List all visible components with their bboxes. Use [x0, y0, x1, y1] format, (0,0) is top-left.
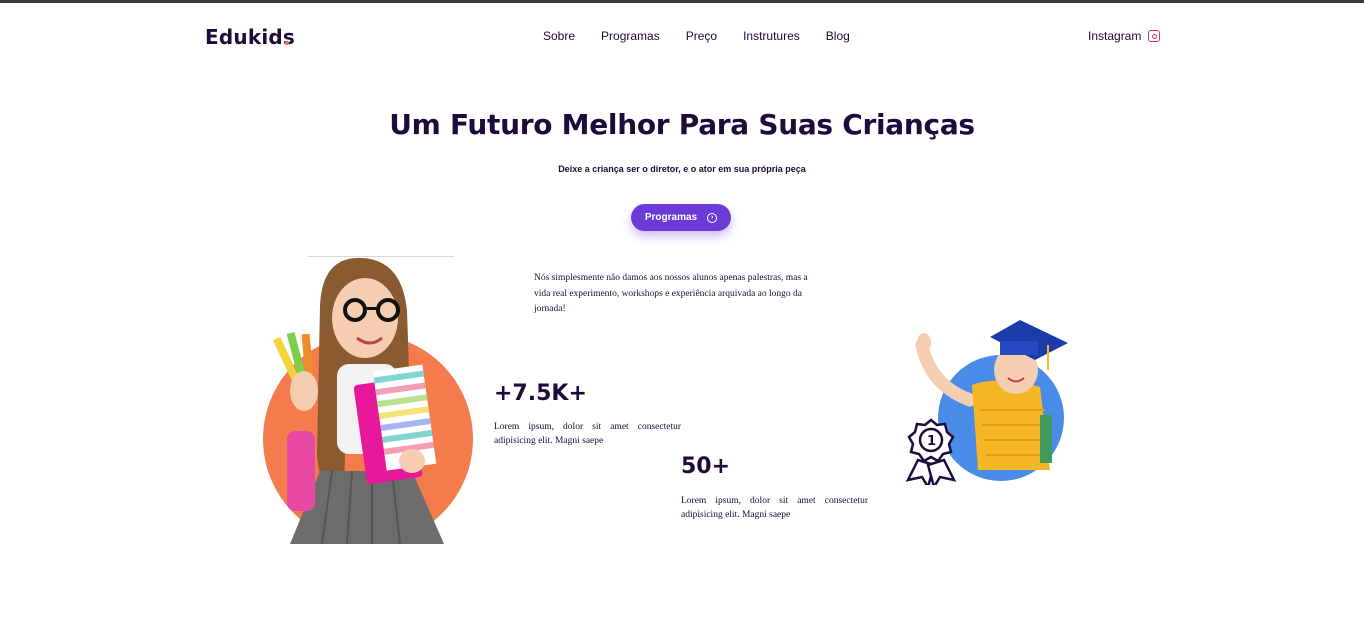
arrow-circle-icon: › [707, 212, 718, 223]
hero-subtitle: Deixe a criança ser o diretor, e o ator … [558, 164, 806, 174]
stat-programs-description: Lorem ipsum, dolor sit amet consectetur … [681, 496, 868, 520]
instagram-link[interactable]: Instagram [1088, 29, 1161, 43]
programas-button-label: Programas [644, 212, 698, 223]
nav-item-preco[interactable]: Preço [686, 29, 717, 43]
graduate-boy-image: 1 [905, 320, 1068, 485]
girl-with-books-image [272, 257, 444, 545]
main-nav: Sobre Programas Preço Instrutures Blog [543, 29, 876, 43]
logo-dot [285, 41, 289, 45]
stat-students-value: +7.5K+ [494, 381, 587, 406]
stat-students-description: Lorem ipsum, dolor sit amet consectetur … [494, 422, 681, 446]
nav-item-sobre[interactable]: Sobre [543, 29, 575, 43]
nav-item-blog[interactable]: Blog [826, 29, 850, 43]
stat-programs-value: 50+ [681, 454, 731, 479]
top-border [0, 0, 1364, 3]
nav-item-programas[interactable]: Programas [601, 29, 660, 43]
nav-item-instrutures[interactable]: Instrutures [743, 29, 800, 43]
logo[interactable]: Edukids [205, 25, 295, 49]
hero-title: Um Futuro Melhor Para Suas Crianças [389, 108, 975, 141]
svg-text:1: 1 [927, 434, 936, 449]
intro-text: Nós simplesmente não damos aos nossos al… [534, 273, 808, 314]
programas-button[interactable]: Programas › [631, 204, 731, 231]
instagram-label: Instagram [1088, 29, 1142, 43]
instagram-icon [1148, 30, 1161, 42]
